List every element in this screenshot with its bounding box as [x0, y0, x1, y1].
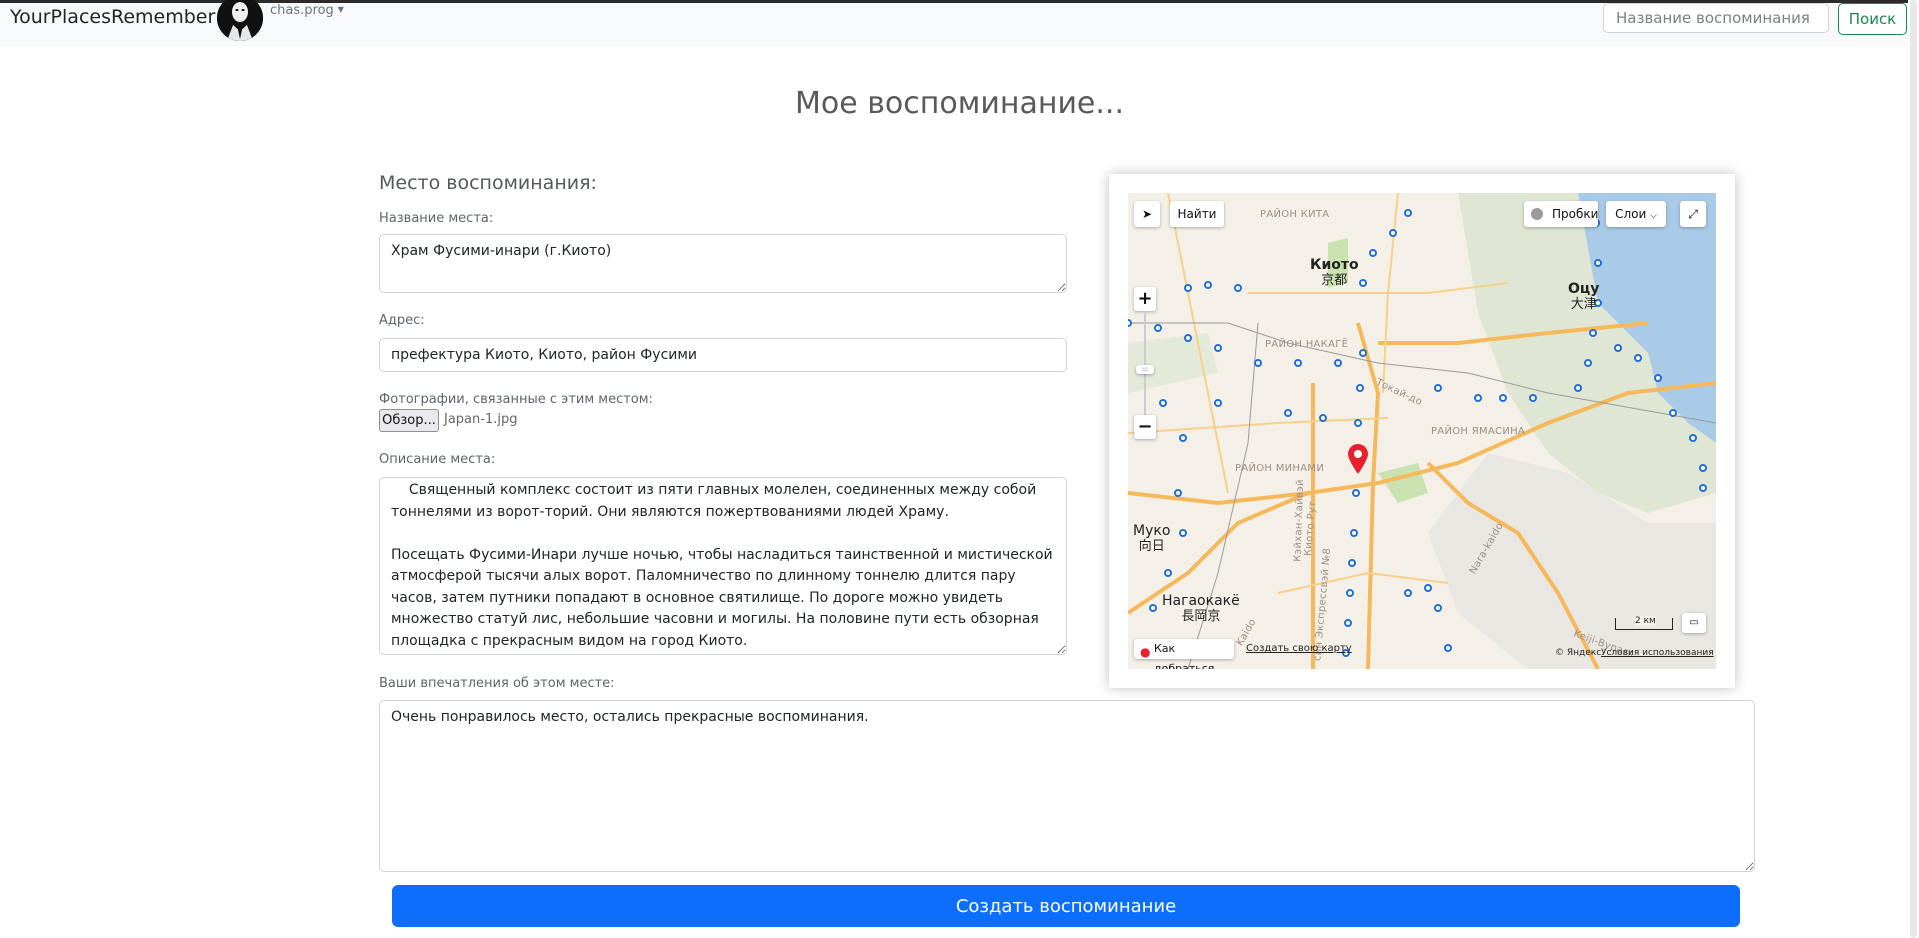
scale-bar: 2 км [1615, 616, 1673, 630]
location-marker-icon[interactable] [1347, 443, 1369, 479]
place-name-field[interactable]: Храм Фусими-инари (г.Киото) [379, 234, 1067, 293]
map-find-button[interactable]: Найти [1170, 201, 1224, 227]
expand-icon: ⤢ [1688, 207, 1698, 221]
avatar[interactable] [217, 0, 263, 41]
impressions-field[interactable]: Очень понравилось место, остались прекра… [379, 700, 1755, 872]
map-card: РАЙОН КИТА РАЙОН НАКАГЁ РАЙОН ЯМАСИНА РА… [1109, 174, 1735, 688]
description-label: Описание места: [379, 452, 496, 467]
navigation-arrow-icon: ➤ [1141, 207, 1153, 221]
avatar-anonymous-mask-icon [217, 0, 263, 41]
description-field[interactable]: Священный комплекс состоит из пяти главн… [379, 477, 1067, 655]
traffic-button[interactable]: Пробки [1524, 201, 1598, 227]
yandex-map[interactable]: РАЙОН КИТА РАЙОН НАКАГЁ РАЙОН ЯМАСИНА РА… [1128, 193, 1716, 669]
navbar: YourPlacesRemember chas.prog▼ Поиск [0, 0, 1919, 46]
file-browse-button[interactable]: Обзор... [379, 409, 439, 432]
impressions-label: Ваши впечатления об этом месте: [379, 676, 615, 691]
scale-label: 2 км [1635, 616, 1656, 626]
zoom-slider-track[interactable] [1144, 311, 1146, 415]
create-memory-button[interactable]: Создать воспоминание [392, 885, 1740, 927]
map-label-yamashina: РАЙОН ЯМАСИНА [1431, 426, 1526, 437]
caret-down-icon: ▼ [337, 5, 344, 14]
create-map-link[interactable]: Создать свою карту [1246, 643, 1352, 654]
address-label: Адрес: [379, 313, 425, 328]
map-label-minami: РАЙОН МИНАМИ [1235, 463, 1325, 474]
route-button[interactable]: ● Как добраться [1134, 639, 1234, 669]
brand-logo[interactable]: YourPlacesRemember [10, 6, 215, 28]
map-label-nakagyo: РАЙОН НАКАГЁ [1265, 339, 1349, 350]
route-label: Как добраться [1154, 642, 1215, 669]
fullscreen-button[interactable]: ⤢ [1680, 201, 1706, 227]
geolocation-button[interactable]: ➤ [1134, 201, 1160, 227]
selected-file-name: Japan-1.jpg [444, 412, 518, 427]
place-name-label: Название места: [379, 211, 494, 226]
map-city-otsu: Оцу 大津 [1568, 281, 1600, 312]
map-city-kyoto: Киото 京都 [1310, 257, 1359, 288]
zoom-in-button[interactable]: + [1134, 287, 1156, 311]
photos-label: Фотографии, связанные с этим местом: [379, 392, 653, 407]
search-button[interactable]: Поиск [1838, 3, 1907, 35]
page-title: Мое воспоминание... [794, 86, 1125, 121]
chevron-down-icon: ⌵ [1650, 211, 1657, 221]
ruler-button[interactable]: ▭ [1682, 613, 1706, 633]
scrollbar-thumb[interactable] [1910, 0, 1917, 938]
zoom-slider-handle[interactable]: ::: [1136, 365, 1154, 374]
map-city-muko: Муко 向日 [1133, 523, 1171, 554]
terms-link[interactable]: Условия использования [1601, 648, 1714, 658]
search-input[interactable] [1603, 3, 1829, 33]
copyright-text: © Яндекс [1555, 648, 1602, 658]
map-label-kita: РАЙОН КИТА [1260, 209, 1330, 220]
zoom-out-button[interactable]: − [1134, 415, 1156, 439]
pin-icon: ● [1140, 645, 1151, 659]
ruler-icon: ▭ [1689, 617, 1699, 628]
section-title: Место воспоминания: [379, 172, 597, 194]
traffic-light-icon [1531, 208, 1543, 220]
traffic-label: Пробки [1552, 207, 1599, 221]
page-scrollbar[interactable] [1908, 0, 1919, 938]
username: chas.prog [270, 3, 334, 18]
address-field[interactable] [379, 338, 1067, 372]
layers-label: Слои [1615, 207, 1647, 221]
user-menu-toggle[interactable]: chas.prog ▼ [270, 3, 344, 18]
layers-button[interactable]: Слои ⌵ [1606, 201, 1666, 227]
map-city-nagaokakyo: Нагаокакё 長岡京 [1162, 593, 1240, 624]
